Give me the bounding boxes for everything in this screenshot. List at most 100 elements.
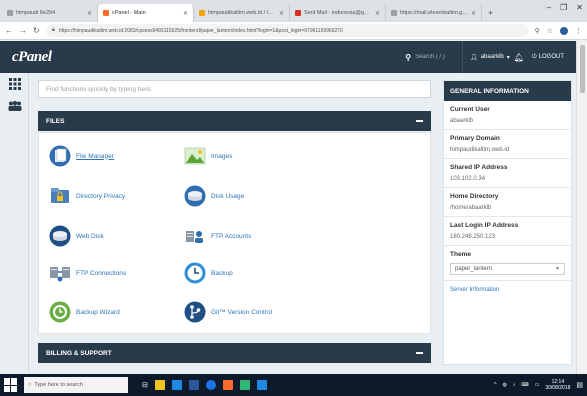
store-icon[interactable] xyxy=(171,380,182,390)
keyboard-icon[interactable]: ⌨ xyxy=(521,382,528,388)
windows-start-icon[interactable] xyxy=(4,378,18,392)
windows-taskbar: ○ Type here to search ⊟ ^ ◍ ♪ ⌨ ▭ 12:14 … xyxy=(0,374,587,396)
lock-icon: 🔒︎ xyxy=(51,27,55,33)
cpanel-logo[interactable]: cPanel xyxy=(12,49,52,66)
tool-label: Directory Privacy xyxy=(76,192,126,200)
tool-label: Git™ Version Control xyxy=(211,308,273,316)
scrollbar-thumb[interactable] xyxy=(580,45,585,93)
profile-avatar-icon[interactable] xyxy=(560,26,568,35)
find-functions-input[interactable] xyxy=(38,80,431,98)
app-icon[interactable] xyxy=(239,380,250,390)
tool-web-disk[interactable]: Web Disk xyxy=(49,225,104,247)
tool-label: Images xyxy=(211,152,233,160)
power-icon: ⏻ xyxy=(531,53,537,60)
zoom-icon[interactable]: ⚲ xyxy=(535,27,540,35)
maximize-icon[interactable]: ❐ xyxy=(560,3,567,12)
new-tab-button[interactable]: + xyxy=(482,4,499,22)
taskbar-search[interactable]: ○ Type here to search xyxy=(24,377,128,393)
tool-file-manager[interactable]: File Manager xyxy=(49,145,114,167)
tool-ftp-connections[interactable]: FTP Connections xyxy=(49,262,126,284)
tab-favicon-icon xyxy=(199,10,205,16)
close-icon[interactable]: ✕ xyxy=(576,3,583,12)
file-manager-icon xyxy=(49,145,71,167)
chevron-down-icon: ▼ xyxy=(555,266,560,272)
tool-backup-wizard[interactable]: Backup Wizard xyxy=(49,301,120,323)
current-user-item: Current User abaarklb xyxy=(444,101,571,130)
url-field[interactable]: 🔒︎ https://himpaudikaltim.web.id:2083/cp… xyxy=(45,24,529,37)
logout-label: LOGOUT xyxy=(538,54,564,60)
files-panel-body: File Manager Images Directory Privacy Di… xyxy=(38,132,431,334)
theme-select[interactable]: paper_lantern ▼ xyxy=(450,263,565,275)
theme-label: Theme xyxy=(450,251,471,258)
billing-panel-title: BILLING & SUPPORT xyxy=(46,349,112,357)
files-panel-header[interactable]: FILES xyxy=(38,111,431,131)
clock[interactable]: 12:14 30/08/2018 xyxy=(545,379,570,391)
primary-domain-item: Primary Domain himpaudikaltim.web.id xyxy=(444,130,571,159)
tab-close-icon[interactable]: ✕ xyxy=(471,10,476,17)
server-information-link[interactable]: Server Information xyxy=(444,281,571,299)
tool-images[interactable]: Images xyxy=(184,145,232,167)
tool-label: FTP Accounts xyxy=(211,232,252,240)
window-controls: – ❐ ✕ xyxy=(547,3,583,12)
user-menu[interactable]: 👤︎ abaarklb ▾ xyxy=(470,54,510,61)
collapse-icon[interactable] xyxy=(416,120,423,122)
file-explorer-icon[interactable] xyxy=(154,380,165,390)
system-tray: ^ ◍ ♪ ⌨ ▭ 12:14 30/08/2018 ▤ xyxy=(494,379,587,391)
bookmark-star-icon[interactable]: ☆ xyxy=(547,27,553,35)
browser-tab[interactable]: himpaudikaltim.web.id / local ✕ xyxy=(194,4,290,22)
home-grid-icon[interactable] xyxy=(0,73,29,95)
tab-close-icon[interactable]: ✕ xyxy=(183,10,188,17)
tool-directory-privacy[interactable]: Directory Privacy xyxy=(49,185,125,207)
volume-icon[interactable]: ♪ xyxy=(513,382,516,388)
billing-panel-header[interactable]: BILLING & SUPPORT xyxy=(38,343,431,363)
action-center-icon[interactable]: ▤ xyxy=(576,381,583,389)
tab-favicon-icon xyxy=(295,10,301,16)
tab-close-icon[interactable]: ✕ xyxy=(375,10,380,17)
browser-tab[interactable]: Sent Mail - indonesia@gmail ✕ xyxy=(290,4,386,22)
logout-button[interactable]: ⏻ LOGOUT xyxy=(532,54,564,61)
search-circle-icon: ○ xyxy=(28,382,32,388)
home-directory-value: /home/abaarklb xyxy=(450,205,492,211)
page-scrollbar[interactable] xyxy=(576,41,587,374)
tool-disk-usage[interactable]: Disk Usage xyxy=(184,185,244,207)
chrome-icon[interactable] xyxy=(205,380,216,390)
header-search-input[interactable] xyxy=(415,54,456,60)
users-icon[interactable] xyxy=(0,95,29,117)
tab-close-icon[interactable]: ✕ xyxy=(87,10,92,17)
network-icon[interactable]: ◍ xyxy=(503,382,507,388)
backup-icon xyxy=(184,262,206,284)
notification-bell-icon[interactable]: 🔔︎ xyxy=(514,53,524,62)
user-icon: 👤︎ xyxy=(470,54,478,61)
tool-ftp-accounts[interactable]: FTP Accounts xyxy=(184,225,251,247)
word-icon[interactable] xyxy=(188,380,199,390)
tab-close-icon[interactable]: ✕ xyxy=(279,10,284,17)
task-view-icon[interactable]: ⊟ xyxy=(142,381,148,389)
header-search: ⚲ xyxy=(405,53,456,62)
browser-tab-active[interactable]: cPanel - Main ✕ xyxy=(98,4,194,22)
app-icon[interactable] xyxy=(256,380,267,390)
tool-label: Backup Wizard xyxy=(76,308,120,316)
general-information-header: GENERAL INFORMATION xyxy=(444,81,571,101)
tool-label: FTP Connections xyxy=(76,269,127,277)
directory-privacy-icon xyxy=(49,185,71,207)
browser-tab[interactable]: https://mail.elearnkaltim.go.id ✕ xyxy=(386,4,482,22)
browser-menu-icon[interactable]: ⋮ xyxy=(575,27,582,35)
back-arrow-icon[interactable]: ← xyxy=(5,26,13,35)
images-icon xyxy=(184,145,206,167)
browser-tab-strip: himpaudi 6e294 ✕ cPanel - Main ✕ himpaud… xyxy=(0,0,587,22)
forward-arrow-icon[interactable]: → xyxy=(19,26,27,35)
browser-tab[interactable]: himpaudi 6e294 ✕ xyxy=(2,4,98,22)
tool-git-version-control[interactable]: Git™ Version Control xyxy=(184,301,272,323)
minimize-icon[interactable]: – xyxy=(547,3,551,12)
tab-label: himpaudi 6e294 xyxy=(16,10,56,16)
tool-backup[interactable]: Backup xyxy=(184,262,233,284)
primary-domain-value: himpaudikaltim.web.id xyxy=(450,147,510,153)
app-icon[interactable] xyxy=(222,380,233,390)
reload-icon[interactable]: ↻ xyxy=(33,26,40,35)
git-icon xyxy=(184,301,206,323)
taskbar-apps: ⊟ xyxy=(142,380,267,390)
tray-up-arrow-icon[interactable]: ^ xyxy=(494,382,496,388)
language-icon[interactable]: ▭ xyxy=(535,382,540,388)
browser-toolbar-icons: ⚲ ☆ ⋮ xyxy=(535,26,582,35)
collapse-icon[interactable] xyxy=(416,352,423,354)
